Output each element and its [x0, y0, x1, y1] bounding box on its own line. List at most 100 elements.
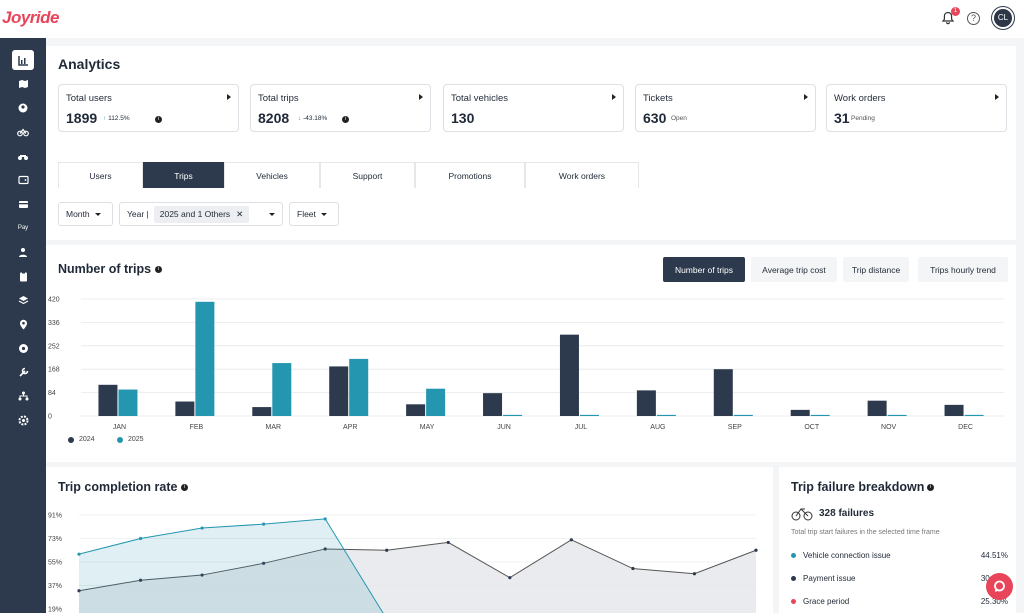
legend-2024[interactable]: 2024	[68, 436, 113, 443]
stat-value: 630	[643, 110, 667, 126]
notification-badge: 1	[951, 7, 960, 16]
bar-2024-jun	[483, 393, 503, 416]
legend-2025[interactable]: 2025	[117, 436, 144, 443]
user-icon	[18, 103, 28, 113]
y-tick-label: 37%	[48, 583, 62, 590]
bar-2025-mar	[272, 363, 292, 416]
stat-label: Total users	[66, 93, 112, 104]
legend-dot-icon	[117, 436, 123, 443]
failure-label: Grace period	[803, 597, 850, 606]
tab-work-orders[interactable]: Work orders	[525, 162, 639, 188]
pay-icon: Pay	[17, 225, 29, 231]
point-series-1	[569, 538, 573, 542]
sidebar-item-location[interactable]	[12, 314, 34, 334]
stat-value: 1899	[66, 110, 98, 126]
sidebar-item-config[interactable]	[12, 410, 34, 430]
tab-users[interactable]: Users	[58, 162, 143, 188]
user-avatar[interactable]: CL	[992, 7, 1014, 29]
chevron-right-icon[interactable]	[804, 94, 808, 100]
period-select[interactable]: Month	[58, 202, 113, 226]
info-icon[interactable]: i	[155, 266, 162, 273]
chevron-right-icon[interactable]	[227, 94, 231, 100]
point-series-1	[446, 540, 450, 545]
bar-2025-apr	[349, 358, 369, 416]
point-series-2	[262, 522, 266, 526]
info-icon[interactable]: i	[342, 116, 349, 123]
stat-card-total-vehicles[interactable]: Total vehicles 130	[443, 84, 624, 132]
failure-subtitle: Total trip start failures in the selecte…	[791, 529, 940, 536]
failure-pct: 44.51%	[980, 551, 1008, 560]
stat-value: 31	[834, 110, 850, 126]
point-series-1	[754, 548, 758, 552]
sidebar-item-map[interactable]	[12, 74, 34, 94]
sidebar-item-users[interactable]	[12, 98, 34, 118]
bike-icon	[791, 508, 813, 521]
sidebar-item-staff[interactable]	[12, 242, 34, 262]
sidebar-item-pay[interactable]: Pay	[12, 218, 34, 238]
area-series-2	[79, 518, 384, 613]
failure-label: Payment issue	[803, 574, 856, 583]
stat-card-tickets[interactable]: Tickets 630 Open	[635, 84, 816, 132]
sidebar-item-tasks[interactable]	[12, 266, 34, 286]
wrench-icon	[18, 367, 28, 377]
fleet-select[interactable]: Fleet	[289, 202, 339, 226]
x-tick-label: NOV	[881, 424, 897, 431]
sidebar-item-analytics[interactable]	[12, 50, 34, 70]
point-series-1	[385, 548, 389, 552]
cog-icon	[18, 415, 28, 425]
sidebar-item-cards[interactable]	[12, 194, 34, 214]
stat-card-total-trips[interactable]: Total trips 8208 ↓ -43.18% i	[250, 84, 431, 132]
stat-label: Work orders	[834, 93, 886, 104]
chart-tab-trip-distance[interactable]: Trip distance	[843, 257, 909, 282]
info-icon[interactable]: i	[927, 484, 934, 491]
stat-value: 130	[451, 110, 475, 126]
app-logo[interactable]: Joyride	[2, 8, 59, 28]
bar-2025-jan	[118, 389, 138, 416]
notification-bell-icon[interactable]: 1	[941, 7, 960, 25]
chart-tab-trips-hourly-trend[interactable]: Trips hourly trend	[918, 257, 1008, 282]
chart-tab-number-of-trips[interactable]: Number of trips	[663, 257, 745, 282]
stat-card-work-orders[interactable]: Work orders 31 Pending	[826, 84, 1007, 132]
chat-button[interactable]	[986, 573, 1013, 600]
sidebar-item-settings[interactable]	[12, 338, 34, 358]
bar-2025-dec	[964, 414, 984, 416]
tab-trips[interactable]: Trips	[143, 162, 224, 188]
stat-card-total-users[interactable]: Total users 1899 ↑ 112.5% i	[58, 84, 239, 132]
tab-vehicles[interactable]: Vehicles	[224, 162, 320, 188]
chevron-down-icon	[320, 212, 327, 216]
chevron-right-icon[interactable]	[612, 94, 616, 100]
tab-promotions[interactable]: Promotions	[415, 162, 525, 188]
x-tick-label: MAY	[420, 424, 435, 431]
year-chip[interactable]: 2025 and 1 Others ✕	[153, 205, 250, 223]
bar-2024-nov	[867, 400, 887, 416]
help-icon[interactable]: ?	[967, 11, 980, 25]
y-tick-label: 84	[48, 390, 56, 397]
bar-2025-nov	[887, 414, 907, 416]
point-series-1	[631, 566, 635, 571]
sidebar-item-wallet[interactable]	[12, 170, 34, 190]
close-icon[interactable]: ✕	[236, 209, 243, 220]
sidebar-item-layers[interactable]	[12, 290, 34, 310]
chart-tab-average-trip-cost[interactable]: Average trip cost	[751, 257, 837, 282]
completion-line-chart: 91% 73% 55% 37% 19%	[48, 513, 758, 613]
bar-2025-feb	[195, 301, 215, 416]
x-tick-label: JUN	[497, 424, 511, 431]
bar-2025-oct	[810, 414, 830, 416]
y-tick-label: 0	[48, 414, 52, 421]
sidebar-item-tools[interactable]	[12, 362, 34, 382]
bar-2024-feb	[175, 401, 195, 416]
tab-support[interactable]: Support	[320, 162, 415, 188]
info-icon[interactable]: i	[181, 484, 188, 491]
sidebar-item-bikes[interactable]	[12, 122, 34, 142]
x-tick-label: APR	[343, 424, 357, 431]
chevron-right-icon[interactable]	[995, 94, 999, 100]
chevron-right-icon[interactable]	[419, 94, 423, 100]
sidebar-item-scooters[interactable]	[12, 146, 34, 166]
info-icon[interactable]: i	[155, 116, 162, 123]
trips-chart-title: Number of trips	[58, 262, 152, 276]
year-select[interactable]: Year | 2025 and 1 Others ✕	[119, 202, 283, 226]
y-tick-label: 252	[48, 343, 60, 350]
staff-icon	[19, 248, 27, 257]
sidebar-item-hierarchy[interactable]	[12, 386, 34, 406]
bar-2025-sep	[733, 414, 753, 416]
